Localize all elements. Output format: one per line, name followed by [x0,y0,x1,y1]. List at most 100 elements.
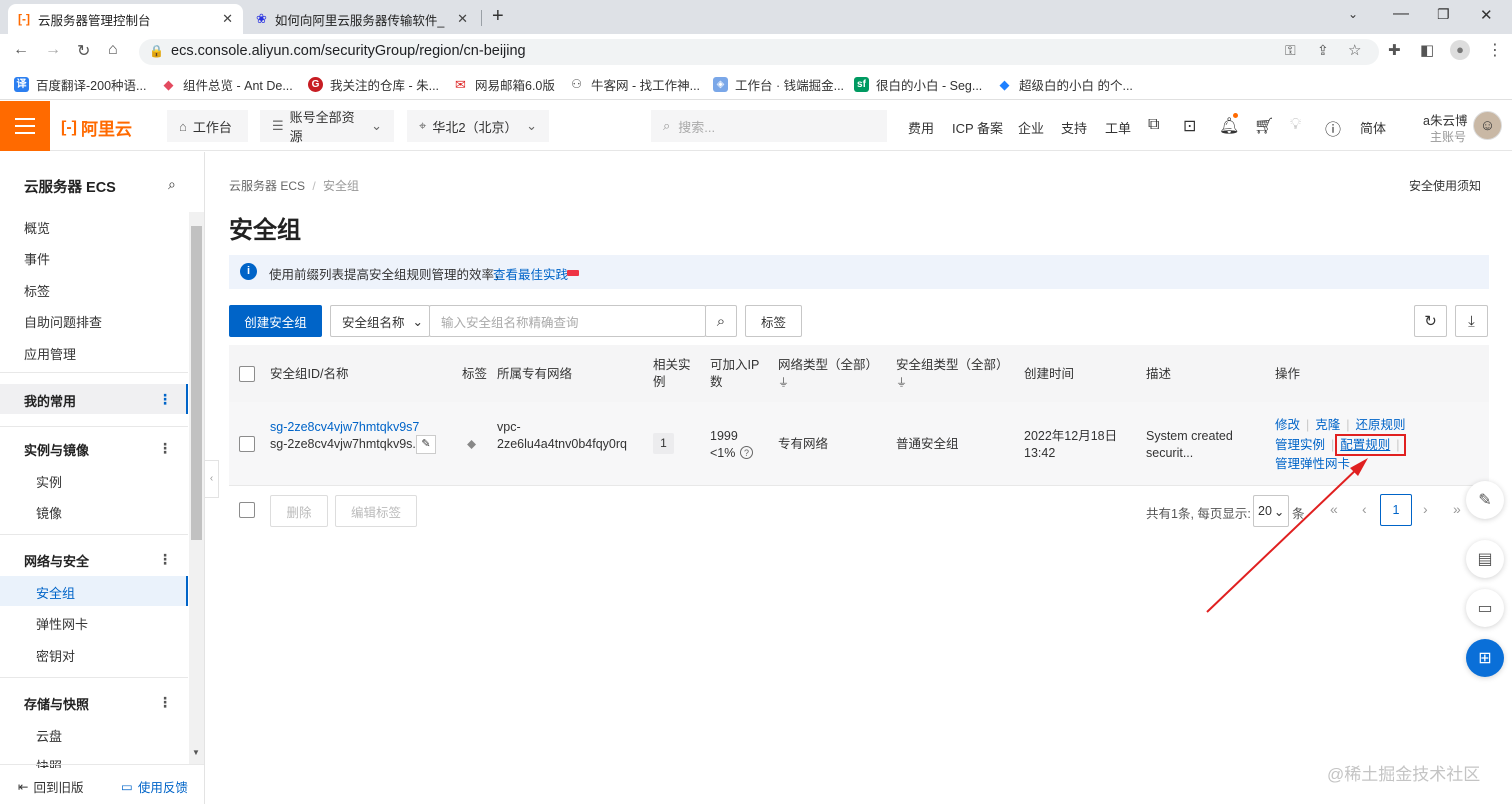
vpc-id-line2[interactable]: 2ze6lu4a4tnv0b4fqy0rq [497,436,627,453]
home-icon[interactable]: ⌂ [108,41,118,59]
account-resources-select[interactable]: ☰ 账号全部资源 ⌄ [260,110,394,144]
bookmark-item[interactable]: ◆ 超级白的小白 的个... [997,75,1133,94]
col-header-network-type[interactable]: 网络类型（全部） [778,357,878,374]
user-name[interactable]: a朱云博 [1423,110,1467,129]
forward-icon[interactable]: → [45,41,61,59]
group-label-network[interactable]: 网络与安全 [24,551,89,570]
security-notice-link[interactable]: 安全使用须知 [1409,177,1481,194]
maximize-icon[interactable]: ❐ [1437,6,1450,23]
sidebar-item-overview[interactable]: 概览 [24,218,50,237]
scrollbar-thumb[interactable] [191,226,202,540]
instance-count-badge[interactable]: 1 [653,433,674,454]
tab-article[interactable]: ❀ 如何向阿里云服务器传输软件_百 ✕ [246,4,478,34]
more-icon[interactable]: ⋮ [158,391,172,408]
profile-icon[interactable]: ● [1450,40,1470,60]
edit-tags-button[interactable]: 编辑标签 [335,495,417,527]
sidebar-item-apps[interactable]: 应用管理 [24,344,76,363]
select-all-checkbox[interactable] [239,366,255,382]
security-group-search-input[interactable]: 输入安全组名称精确查询 [429,305,706,337]
help-icon[interactable]: ? [740,446,753,459]
prev-page-icon[interactable]: ‹ [1362,501,1367,517]
key-icon[interactable]: ⚿ [1285,42,1296,59]
global-search-input[interactable]: ⌕ 搜索... [651,110,887,142]
best-practice-link[interactable]: 查看最佳实践 [493,264,568,283]
search-field-select[interactable]: 安全组名称 ⌄ [330,305,430,337]
filter-icon[interactable]: ⏚ [778,374,789,390]
terminal-icon[interactable]: ⊡ [1183,116,1196,136]
more-icon[interactable]: ⋮ [158,551,172,568]
reload-icon[interactable]: ↻ [77,41,90,61]
bookmark-item[interactable]: ⚇ 牛客网 - 找工作神... [569,75,700,94]
cart-icon[interactable]: 🛒︎ [1254,116,1274,136]
modify-link[interactable]: 修改 [1275,418,1300,432]
edit-note-icon[interactable]: ✎ [1466,481,1504,519]
create-security-group-button[interactable]: 创建安全组 [229,305,322,337]
sidebar-item-images[interactable]: 镜像 [36,503,62,522]
language-switch[interactable]: 简体 [1360,118,1386,137]
group-label-instances[interactable]: 实例与镜像 [24,440,89,459]
first-page-icon[interactable]: « [1330,501,1338,517]
breadcrumb-ecs[interactable]: 云服务器 ECS [229,179,305,193]
help-icon[interactable]: ⓘ [1325,116,1341,140]
menu-dots-icon[interactable]: ⋮ [1487,40,1503,60]
page-button[interactable]: 1 [1380,494,1412,526]
extensions-icon[interactable]: ✚ [1388,41,1401,59]
page-size-select[interactable]: 20 ⌄ [1253,495,1289,527]
sidebar-item-keypair[interactable]: 密钥对 [36,646,75,665]
bookmark-item[interactable]: ◈ 工作台 · 钱端掘金... [713,75,844,94]
row-checkbox[interactable] [239,436,255,452]
restore-rules-link[interactable]: 还原规则 [1356,418,1406,432]
sidebar-item-instances[interactable]: 实例 [36,472,62,491]
sidebar-item-events[interactable]: 事件 [24,249,50,268]
chat-icon[interactable]: ▭ [1466,589,1504,627]
nav-link-support[interactable]: 支持 [1061,118,1087,137]
workbench-button[interactable]: ⌂ 工作台 [167,110,248,142]
bookmark-item[interactable]: sf 很白的小白 - Seg... [854,75,982,94]
security-group-id-link[interactable]: sg-2ze8cv4vjw7hmtqkv9s7 [270,419,419,436]
nav-link-icp[interactable]: ICP 备案 [952,118,1003,137]
star-icon[interactable]: ☆ [1348,41,1361,59]
search-icon[interactable]: ⌕ [705,305,737,337]
close-icon[interactable]: ✕ [222,11,233,27]
sidebar-item-disk[interactable]: 云盘 [36,726,62,745]
scroll-down-icon[interactable]: ▼ [192,748,200,757]
avatar[interactable]: ☺ [1473,111,1502,140]
footer-select-all-checkbox[interactable] [239,502,255,518]
tab-search-icon[interactable]: ⌄ [1348,7,1358,21]
col-header-sg-type[interactable]: 安全组类型（全部） [896,357,1009,374]
edit-name-icon[interactable]: ✎ [416,435,436,454]
tag-icon[interactable]: ⬥ [467,436,476,452]
sidebar-item-security-group[interactable]: 安全组 [36,583,75,602]
filter-icon[interactable]: ⏚ [896,374,907,390]
aliyun-logo[interactable]: [-] 阿里云 [61,115,132,140]
apps-grid-icon[interactable]: ⊞ [1466,639,1504,677]
minimize-icon[interactable]: — [1393,5,1409,23]
group-label-storage[interactable]: 存储与快照 [24,694,89,713]
nav-link-enterprise[interactable]: 企业 [1018,118,1044,137]
next-page-icon[interactable]: › [1423,501,1428,517]
feedback-link[interactable]: ▭ 使用反馈 [121,777,188,796]
more-icon[interactable]: ⋮ [158,694,172,711]
new-tab-button[interactable]: + [492,5,504,28]
window-close-icon[interactable]: ✕ [1480,6,1493,24]
more-icon[interactable]: ⋮ [158,440,172,457]
bookmark-item[interactable]: G 我关注的仓库 - 朱... [308,75,439,94]
bookmark-item[interactable]: 译百度翻译-200种语... [14,75,146,94]
nav-link-fees[interactable]: 费用 [908,118,934,137]
nav-link-ticket[interactable]: 工单 [1105,118,1131,137]
search-icon[interactable]: ⌕ [168,176,176,193]
tag-filter-button[interactable]: 标签 [745,305,802,337]
region-select[interactable]: ⌖ 华北2（北京） ⌄ [407,110,549,142]
book-icon[interactable]: ▤ [1466,540,1504,578]
sidebar-item-eni[interactable]: 弹性网卡 [36,614,88,633]
download-icon[interactable]: ⤓ [1455,305,1488,337]
sidebar-collapse-handle[interactable]: ‹ [205,460,219,498]
share-icon[interactable]: ⇪ [1317,42,1329,59]
clone-link[interactable]: 克隆 [1315,418,1340,432]
bookmark-item[interactable]: ✉ 网易邮箱6.0版 [453,75,555,94]
hamburger-menu-icon[interactable] [0,101,50,151]
url-bar[interactable]: 🔒 ecs.console.aliyun.com/securityGroup/r… [139,39,1379,65]
last-page-icon[interactable]: » [1453,501,1461,517]
sidebar-item-troubleshoot[interactable]: 自助问题排查 [24,312,102,331]
back-to-old-version[interactable]: ⇤ 回到旧版 [18,777,84,796]
